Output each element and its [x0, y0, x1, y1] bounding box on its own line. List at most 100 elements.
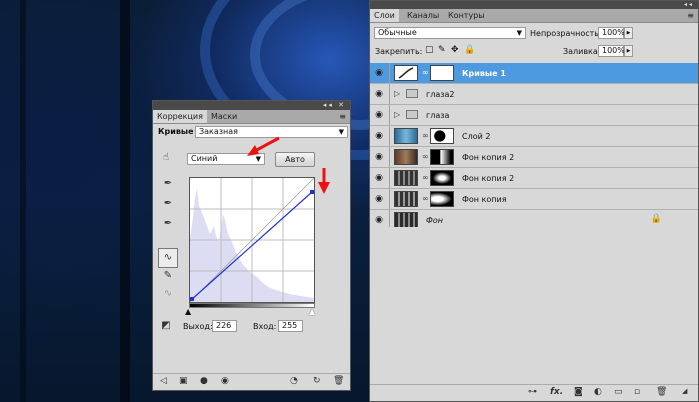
opacity-dropdown-icon[interactable]: ▶	[624, 27, 633, 39]
link-icon[interactable]: ∞	[422, 173, 429, 182]
view-previous-state-icon[interactable]: ◔	[290, 376, 298, 386]
fx-icon[interactable]: fx.	[550, 387, 563, 397]
clipping-display-icon[interactable]: ◩	[159, 319, 173, 333]
link-icon[interactable]: ∞	[422, 68, 429, 77]
trash-icon[interactable]: 🗑	[656, 387, 667, 397]
layer-row[interactable]: ◉ ∞ Слой 2	[370, 126, 698, 147]
layer-row[interactable]: ◉ ∞ Фон копия 2	[370, 168, 698, 189]
fill-field[interactable]: 100%	[598, 45, 625, 57]
lock-position-move-icon[interactable]: ✥	[451, 45, 459, 55]
tab-paths[interactable]: Контуры	[444, 9, 489, 22]
edit-points-curve-icon[interactable]: ∿	[158, 248, 178, 268]
layer-mask-thumbnail[interactable]	[430, 191, 454, 207]
reset-icon[interactable]: ↻	[313, 376, 321, 386]
layers-list: ◉ ∞ Кривые 1 ◉ ▷ глаза2 ◉ ▷ глаза ◉ ∞ Сл…	[370, 63, 698, 231]
row-separator	[389, 105, 390, 125]
expanded-view-icon[interactable]: ▣	[179, 376, 188, 386]
lock-all-icon[interactable]: 🔒	[464, 45, 475, 55]
visibility-eye-icon[interactable]: ◉	[374, 89, 384, 99]
draw-curve-pencil-icon[interactable]: ✎	[161, 269, 175, 283]
row-separator	[389, 168, 390, 188]
curve-point-shadow[interactable]	[190, 297, 194, 301]
layer-row[interactable]: ◉ ∞ Кривые 1	[370, 63, 698, 84]
layer-mask-thumbnail[interactable]	[430, 65, 454, 81]
layer-name[interactable]: Слой 2	[462, 126, 490, 147]
lock-pixels-brush-icon[interactable]: ✎	[438, 45, 446, 55]
new-layer-icon[interactable]: ▫	[634, 387, 640, 397]
panel-titlebar[interactable]: ◂◂	[370, 1, 698, 9]
visibility-eye-icon[interactable]: ◉	[374, 173, 384, 183]
collapse-close-icon[interactable]: ◂◂ ✕	[323, 101, 346, 109]
visibility-eye-icon[interactable]: ◉	[374, 215, 384, 225]
expand-triangle-icon[interactable]: ▷	[394, 110, 400, 119]
tab-layers[interactable]: Слои	[370, 9, 399, 22]
gray-point-eyedropper-icon[interactable]: ✒	[161, 197, 175, 211]
black-slider-icon[interactable]: ▲	[185, 307, 191, 316]
input-label: Вход:	[253, 322, 277, 331]
layer-name[interactable]: глаза2	[426, 84, 454, 105]
layer-thumbnail[interactable]	[394, 149, 418, 165]
layer-row[interactable]: ◉ ▷ глаза2	[370, 84, 698, 105]
layer-thumbnail[interactable]	[394, 191, 418, 207]
layer-name[interactable]: Фон копия	[462, 189, 507, 210]
input-field[interactable]: 255	[278, 320, 303, 332]
visibility-eye-icon[interactable]: ◉	[374, 194, 384, 204]
layer-name[interactable]: глаза	[426, 105, 449, 126]
visibility-eye-icon[interactable]: ◉	[221, 376, 229, 386]
new-group-icon[interactable]: ▭	[614, 387, 623, 397]
blend-mode-select[interactable]: Обычные ▼	[374, 27, 526, 39]
expand-triangle-icon[interactable]: ▷	[394, 89, 400, 98]
visibility-eye-icon[interactable]: ◉	[374, 68, 384, 78]
row-separator	[389, 147, 390, 167]
smooth-curve-icon[interactable]: ∿	[161, 287, 175, 301]
layer-row[interactable]: ◉ ∞ Фон копия	[370, 189, 698, 210]
targeted-adjustment-hand-icon[interactable]: ☝	[159, 151, 173, 165]
layer-name[interactable]: Фон копия 2	[462, 168, 514, 189]
layer-row[interactable]: ◉ ▷ глаза	[370, 105, 698, 126]
white-slider-icon[interactable]: ▲	[309, 307, 315, 316]
panel-menu-icon[interactable]: ≡	[339, 110, 346, 123]
layer-thumbnail[interactable]	[394, 128, 418, 144]
tab-adjustments[interactable]: Коррекция	[153, 110, 207, 123]
link-icon[interactable]: ∞	[422, 131, 429, 140]
row-separator	[389, 189, 390, 209]
curves-graph[interactable]	[189, 177, 315, 303]
visibility-eye-icon[interactable]: ◉	[374, 131, 384, 141]
panel-menu-icon[interactable]: ≡	[687, 9, 694, 22]
curves-graph-svg	[189, 177, 315, 303]
collapse-icon[interactable]: ◂◂	[684, 1, 694, 8]
adjustments-bottom-bar: ◁ ▣ ● ◉ ◔ ↻ 🗑	[153, 373, 350, 390]
visibility-eye-icon[interactable]: ◉	[374, 110, 384, 120]
trash-icon[interactable]: 🗑	[333, 376, 344, 386]
layer-mask-thumbnail[interactable]	[430, 149, 454, 165]
link-icon[interactable]: ∞	[422, 152, 429, 161]
black-point-eyedropper-icon[interactable]: ✒	[161, 177, 175, 191]
link-layers-icon[interactable]: ⊶	[528, 387, 537, 397]
input-gradient-bar	[189, 303, 315, 308]
curve-point-highlight[interactable]	[310, 190, 314, 194]
lock-icon: 🔒	[650, 214, 662, 224]
opacity-field[interactable]: 100%	[598, 27, 625, 39]
white-point-eyedropper-icon[interactable]: ✒	[161, 217, 175, 231]
layer-mask-thumbnail[interactable]	[430, 128, 454, 144]
tab-channels[interactable]: Каналы	[403, 9, 443, 22]
layer-mask-thumbnail[interactable]	[430, 170, 454, 186]
visibility-eye-icon[interactable]: ◉	[374, 152, 384, 162]
resize-grip-icon[interactable]: ◢	[682, 387, 687, 395]
lock-transparency-icon[interactable]: ▢	[425, 45, 434, 55]
folder-icon	[406, 89, 418, 98]
clip-to-layer-icon[interactable]: ●	[200, 376, 208, 386]
fill-dropdown-icon[interactable]: ▶	[624, 45, 633, 57]
layer-name[interactable]: Кривые 1	[462, 63, 506, 84]
output-field[interactable]: 226	[212, 320, 237, 332]
link-icon[interactable]: ∞	[422, 194, 429, 203]
layer-row[interactable]: ◉ ∞ Фон копия 2	[370, 147, 698, 168]
back-arrow-icon[interactable]: ◁	[160, 376, 167, 386]
add-mask-icon[interactable]: ◙	[574, 387, 583, 397]
tab-masks[interactable]: Маски	[207, 110, 241, 123]
adjustment-layer-icon[interactable]: ◐	[594, 387, 602, 397]
layer-name[interactable]: Фон копия 2	[462, 147, 514, 168]
layer-thumbnail[interactable]	[394, 212, 418, 228]
panel-titlebar[interactable]: ◂◂ ✕	[153, 101, 350, 110]
layer-thumbnail[interactable]	[394, 170, 418, 186]
